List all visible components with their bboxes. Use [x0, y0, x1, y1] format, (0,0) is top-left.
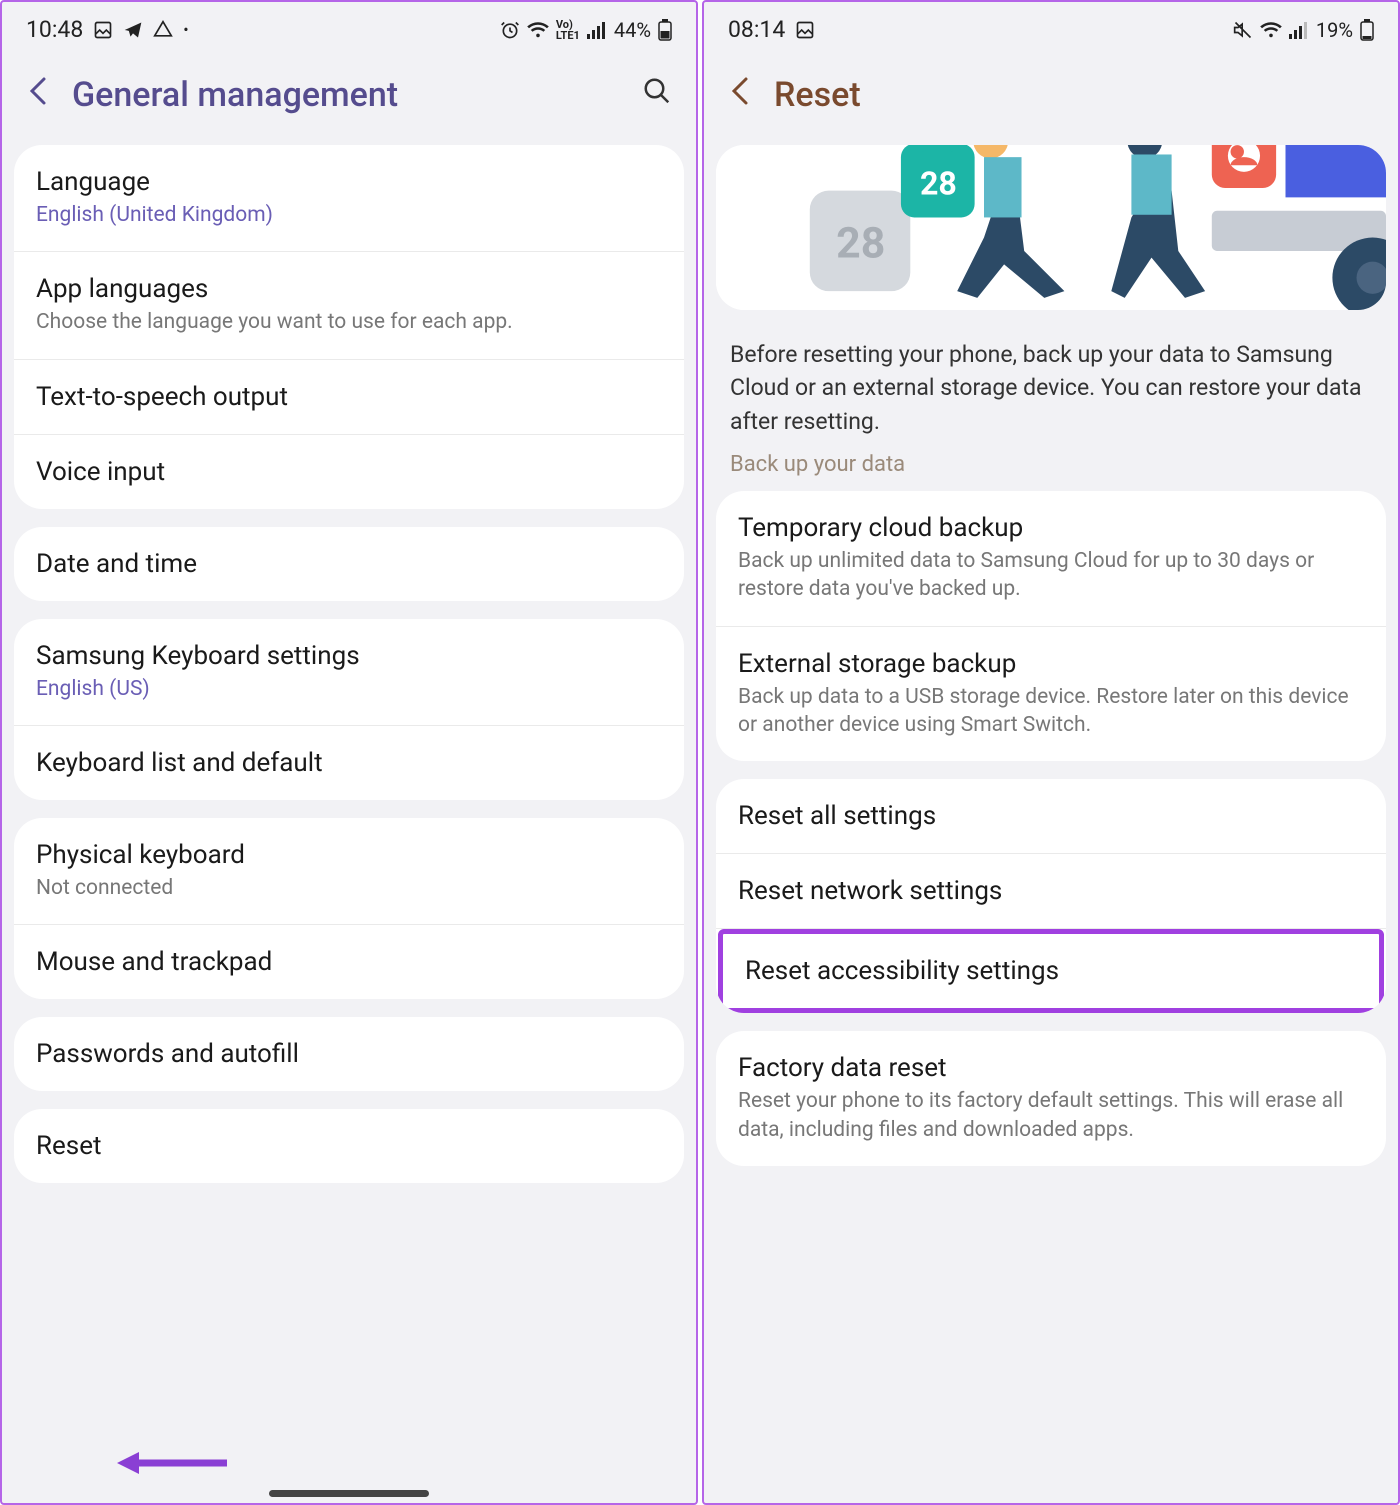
info-text: Before resetting your phone, back up you…	[704, 310, 1398, 452]
status-right: 19%	[1233, 18, 1374, 42]
settings-group-1: Language English (United Kingdom) App la…	[14, 145, 684, 509]
home-indicator[interactable]	[269, 1490, 429, 1497]
search-icon[interactable]	[642, 76, 672, 114]
signal-icon	[587, 21, 607, 39]
wifi-icon	[527, 21, 549, 39]
item-language[interactable]: Language English (United Kingdom)	[14, 145, 684, 252]
status-right: Vo)LTE1 44%	[500, 18, 672, 42]
page-title: Reset	[774, 75, 1374, 115]
settings-group-6: Reset	[14, 1109, 684, 1183]
settings-group-3: Samsung Keyboard settings English (US) K…	[14, 619, 684, 800]
status-left: 10:48 •	[26, 16, 189, 43]
item-reset[interactable]: Reset	[14, 1109, 684, 1183]
page-header: Reset	[704, 53, 1398, 145]
item-external-storage-backup[interactable]: External storage backup Back up data to …	[716, 627, 1386, 762]
alarm-icon	[500, 20, 520, 40]
gallery-icon	[795, 20, 815, 40]
item-date-time[interactable]: Date and time	[14, 527, 684, 601]
status-bar: 08:14 19%	[704, 2, 1398, 53]
battery-icon	[658, 19, 672, 41]
wifi-icon	[1260, 21, 1282, 39]
phone-right: 08:14 19% Reset	[702, 0, 1400, 1505]
battery-percent: 19%	[1316, 18, 1353, 42]
item-factory-data-reset[interactable]: Factory data reset Reset your phone to i…	[716, 1031, 1386, 1166]
svg-text:28: 28	[836, 219, 885, 269]
arrow-annotation	[117, 1448, 227, 1478]
lte-icon: Vo)LTE1	[556, 19, 580, 41]
status-dot: •	[183, 20, 188, 39]
status-time: 08:14	[728, 16, 785, 43]
factory-group: Factory data reset Reset your phone to i…	[716, 1031, 1386, 1166]
status-left: 08:14	[728, 16, 815, 43]
backup-group: Temporary cloud backup Back up unlimited…	[716, 491, 1386, 761]
item-passwords-autofill[interactable]: Passwords and autofill	[14, 1017, 684, 1091]
highlight-annotation: Reset accessibility settings	[718, 929, 1384, 1013]
battery-icon	[1360, 19, 1374, 41]
gallery-icon	[93, 20, 113, 40]
item-voice-input[interactable]: Voice input	[14, 435, 684, 509]
item-samsung-keyboard[interactable]: Samsung Keyboard settings English (US)	[14, 619, 684, 726]
status-bar: 10:48 • Vo)LTE1 44%	[2, 2, 696, 53]
item-physical-keyboard[interactable]: Physical keyboard Not connected	[14, 818, 684, 925]
page-title: General management	[72, 75, 620, 115]
telegram-icon	[123, 20, 143, 40]
item-reset-accessibility-settings[interactable]: Reset accessibility settings	[723, 934, 1379, 1008]
reset-group: Reset all settings Reset network setting…	[716, 779, 1386, 1013]
settings-group-2: Date and time	[14, 527, 684, 601]
settings-group-5: Passwords and autofill	[14, 1017, 684, 1091]
back-icon[interactable]	[26, 73, 50, 117]
item-reset-all-settings[interactable]: Reset all settings	[716, 779, 1386, 854]
svg-text:28: 28	[920, 165, 957, 203]
item-text-to-speech[interactable]: Text-to-speech output	[14, 360, 684, 435]
item-reset-network-settings[interactable]: Reset network settings	[716, 854, 1386, 929]
item-keyboard-list[interactable]: Keyboard list and default	[14, 726, 684, 800]
settings-group-4: Physical keyboard Not connected Mouse an…	[14, 818, 684, 999]
page-header: General management	[2, 53, 696, 145]
signal-icon	[1289, 21, 1309, 39]
phone-left: 10:48 • Vo)LTE1 44%	[0, 0, 698, 1505]
item-mouse-trackpad[interactable]: Mouse and trackpad	[14, 925, 684, 999]
item-temp-cloud-backup[interactable]: Temporary cloud backup Back up unlimited…	[716, 491, 1386, 627]
hero-illustration: 28 28	[716, 145, 1386, 310]
item-app-languages[interactable]: App languages Choose the language you wa…	[14, 252, 684, 359]
back-icon[interactable]	[728, 73, 752, 117]
battery-percent: 44%	[614, 18, 651, 42]
mute-icon	[1233, 20, 1253, 40]
status-time: 10:48	[26, 16, 83, 43]
drive-icon	[153, 20, 173, 40]
section-label: Back up your data	[704, 452, 1398, 491]
